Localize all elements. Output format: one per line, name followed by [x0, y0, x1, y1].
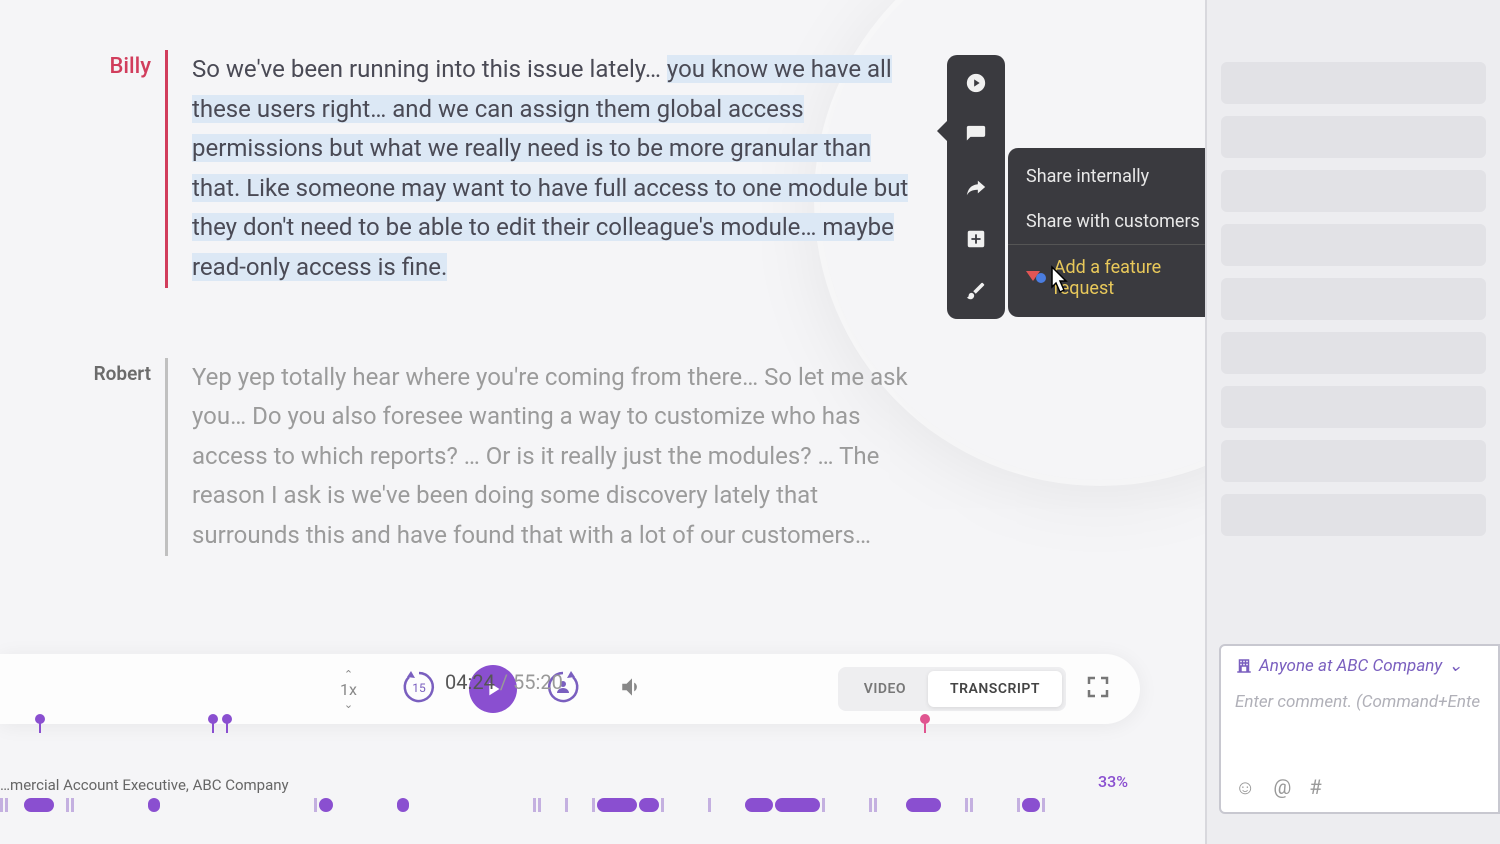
- speaker-label: Billy: [110, 54, 152, 79]
- comment-toolbar: ☺ @ #: [1235, 775, 1322, 800]
- chevron-down-icon: ⌄: [1448, 656, 1462, 676]
- timeline-marker[interactable]: [208, 714, 218, 724]
- hashtag-icon[interactable]: #: [1309, 775, 1321, 800]
- list-item[interactable]: [1221, 386, 1486, 428]
- playback-speed-control[interactable]: ⌃ 1x ⌄: [340, 669, 357, 710]
- mention-icon[interactable]: @: [1273, 775, 1291, 800]
- highlighted-text[interactable]: you know we have all these users right… …: [192, 55, 908, 281]
- list-item[interactable]: [1221, 278, 1486, 320]
- view-toggle: VIDEO TRANSCRIPT: [838, 667, 1066, 711]
- list-item[interactable]: [1221, 170, 1486, 212]
- cursor-icon: [1042, 265, 1072, 299]
- right-panel: Anyone at ABC Company ⌄ Enter comment. (…: [1205, 0, 1500, 844]
- svg-text:15: 15: [412, 681, 426, 695]
- waveform-track[interactable]: [0, 796, 1140, 814]
- marker-row: [0, 714, 1140, 734]
- chevron-down-icon[interactable]: ⌄: [344, 699, 353, 710]
- comment-input[interactable]: Enter comment. (Command+Ente: [1221, 686, 1498, 718]
- comment-button[interactable]: [956, 117, 996, 153]
- emoji-icon[interactable]: ☺: [1235, 775, 1255, 800]
- list-item[interactable]: [1221, 332, 1486, 374]
- timeline-marker[interactable]: [920, 714, 930, 724]
- list-item[interactable]: [1221, 440, 1486, 482]
- transcript-area: Billy So we've been running into this is…: [0, 50, 920, 626]
- timeline-area[interactable]: …mercial Account Executive, ABC Company …: [0, 714, 1140, 844]
- list-item[interactable]: [1221, 494, 1486, 536]
- view-video-tab[interactable]: VIDEO: [842, 671, 928, 707]
- list-item[interactable]: [1221, 224, 1486, 266]
- audience-selector[interactable]: Anyone at ABC Company ⌄: [1221, 646, 1498, 686]
- play-clip-button[interactable]: [956, 65, 996, 101]
- timeline-marker[interactable]: [222, 714, 232, 724]
- speech-text[interactable]: Yep yep totally hear where you're coming…: [192, 358, 920, 556]
- selection-toolbar: [947, 55, 1005, 319]
- volume-button[interactable]: [619, 674, 645, 704]
- rewind-15-button[interactable]: 15: [399, 667, 443, 711]
- transcript-block-robert[interactable]: Robert Yep yep totally hear where you're…: [0, 358, 920, 556]
- transcript-block-billy[interactable]: Billy So we've been running into this is…: [0, 50, 920, 288]
- panel-list: [1207, 0, 1500, 536]
- add-to-button[interactable]: [956, 221, 996, 257]
- timeline-marker[interactable]: [35, 714, 45, 724]
- list-item[interactable]: [1221, 62, 1486, 104]
- speaker-track-label: …mercial Account Executive, ABC Company: [0, 776, 289, 794]
- list-item[interactable]: [1221, 116, 1486, 158]
- magic-button[interactable]: [956, 273, 996, 309]
- fullscreen-button[interactable]: [1086, 675, 1110, 703]
- talk-percent: 33%: [1098, 772, 1128, 791]
- time-display: 04:24 / 55:20: [445, 670, 563, 694]
- building-icon: [1235, 657, 1253, 675]
- speaker-label: Robert: [94, 362, 151, 385]
- speech-text[interactable]: So we've been running into this issue la…: [192, 50, 920, 288]
- comment-box: Anyone at ABC Company ⌄ Enter comment. (…: [1219, 644, 1500, 814]
- chevron-up-icon[interactable]: ⌃: [344, 669, 353, 680]
- share-button[interactable]: [956, 169, 996, 205]
- view-transcript-tab[interactable]: TRANSCRIPT: [928, 671, 1062, 707]
